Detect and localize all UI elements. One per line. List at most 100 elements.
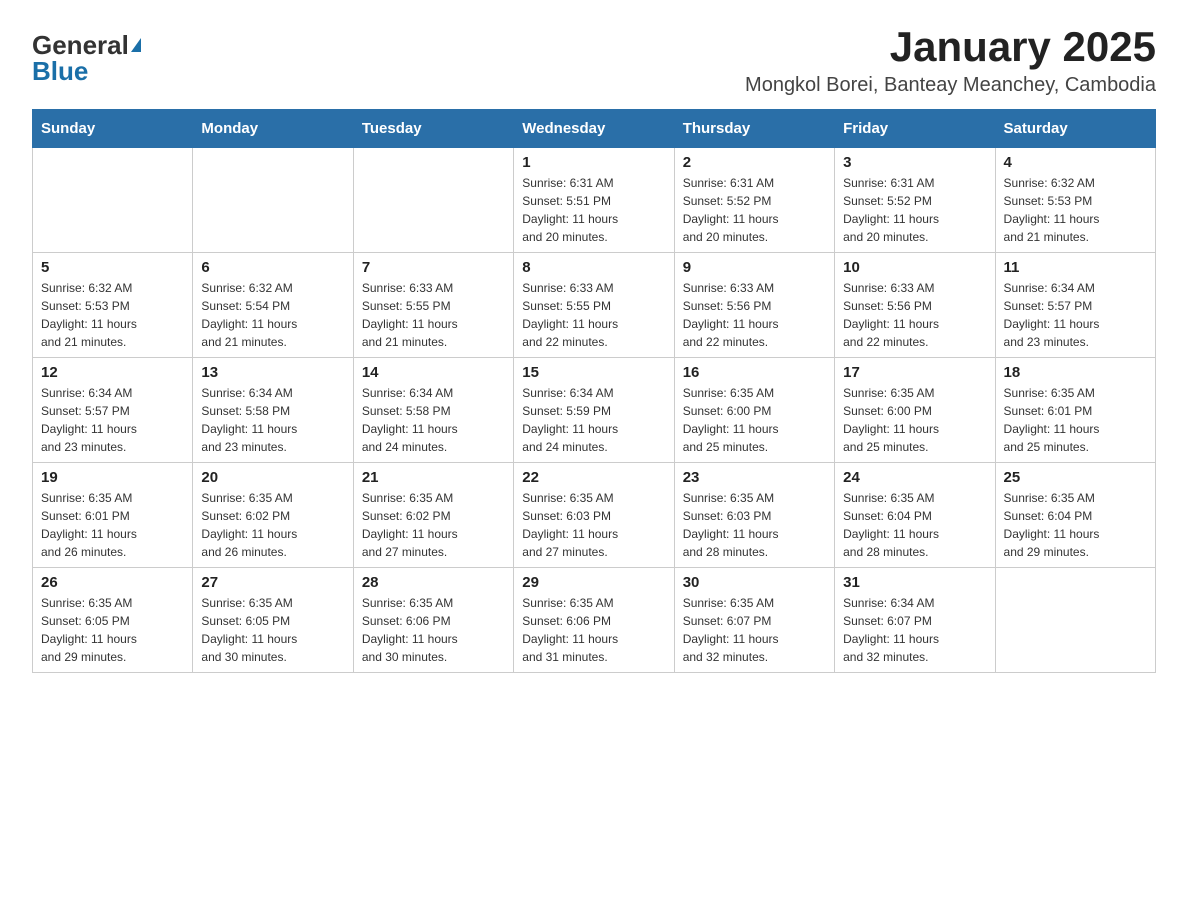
logo-triangle-icon <box>131 38 141 52</box>
calendar-cell: 28 Sunrise: 6:35 AMSunset: 6:06 PMDayligh… <box>353 568 513 673</box>
calendar-cell: 3Sunrise: 6:31 AMSunset: 5:52 PMDaylight… <box>835 148 995 253</box>
day-info: Sunrise: 6:32 AMSunset: 5:53 PMDaylight:… <box>41 279 184 351</box>
day-info: Sunrise: 6:33 AMSunset: 5:55 PMDaylight:… <box>522 279 665 351</box>
day-number: 9 <box>683 259 826 276</box>
week-row-3: 12Sunrise: 6:34 AMSunset: 5:57 PMDayligh… <box>33 358 1156 463</box>
calendar-cell: 2 Sunrise: 6:31 AMSunset: 5:52 PMDaylight… <box>674 148 834 253</box>
calendar-cell: 21 Sunrise: 6:35 AMSunset: 6:02 PMDayligh… <box>353 463 513 568</box>
calendar-cell: 5 Sunrise: 6:32 AMSunset: 5:53 PMDaylight… <box>33 253 193 358</box>
calendar-cell: 15 Sunrise: 6:34 AMSunset: 5:59 PMDayligh… <box>514 358 674 463</box>
weekday-header-wednesday: Wednesday <box>514 110 674 148</box>
day-info: Sunrise: 6:35 AMSunset: 6:02 PMDaylight:… <box>201 489 344 561</box>
calendar-cell: 14 Sunrise: 6:34 AMSunset: 5:58 PMDayligh… <box>353 358 513 463</box>
day-number: 27 <box>201 574 344 591</box>
day-info: Sunrise: 6:35 AMSunset: 6:03 PMDaylight:… <box>683 489 826 561</box>
day-info: Sunrise: 6:35 AMSunset: 6:06 PMDaylight:… <box>362 594 505 666</box>
day-info: Sunrise: 6:34 AMSunset: 5:58 PMDaylight:… <box>201 384 344 456</box>
day-number: 20 <box>201 469 344 486</box>
day-info: Sunrise: 6:33 AMSunset: 5:56 PMDaylight:… <box>683 279 826 351</box>
weekday-header-row: SundayMondayTuesdayWednesdayThursdayFrid… <box>33 110 1156 148</box>
day-number: 6 <box>201 259 344 276</box>
calendar-cell: 9 Sunrise: 6:33 AMSunset: 5:56 PMDaylight… <box>674 253 834 358</box>
day-info: Sunrise: 6:32 AMSunset: 5:54 PMDaylight:… <box>201 279 344 351</box>
day-info: Sunrise: 6:35 AMSunset: 6:00 PMDaylight:… <box>843 384 986 456</box>
day-info: Sunrise: 6:35 AMSunset: 6:02 PMDaylight:… <box>362 489 505 561</box>
calendar-cell: 18Sunrise: 6:35 AMSunset: 6:01 PMDayligh… <box>995 358 1155 463</box>
logo-general-text: General <box>32 32 129 58</box>
day-info: Sunrise: 6:35 AMSunset: 6:04 PMDaylight:… <box>1004 489 1147 561</box>
day-number: 12 <box>41 364 184 381</box>
day-number: 22 <box>522 469 665 486</box>
calendar-cell: 30 Sunrise: 6:35 AMSunset: 6:07 PMDayligh… <box>674 568 834 673</box>
week-row-4: 19 Sunrise: 6:35 AMSunset: 6:01 PMDayligh… <box>33 463 1156 568</box>
week-row-5: 26 Sunrise: 6:35 AMSunset: 6:05 PMDayligh… <box>33 568 1156 673</box>
day-number: 3 <box>843 154 986 171</box>
day-info: Sunrise: 6:33 AMSunset: 5:56 PMDaylight:… <box>843 279 986 351</box>
header: General Blue January 2025 Mongkol Borei,… <box>32 24 1156 97</box>
calendar-cell: 29Sunrise: 6:35 AMSunset: 6:06 PMDayligh… <box>514 568 674 673</box>
day-info: Sunrise: 6:34 AMSunset: 5:59 PMDaylight:… <box>522 384 665 456</box>
calendar-cell: 10 Sunrise: 6:33 AMSunset: 5:56 PMDayligh… <box>835 253 995 358</box>
weekday-header-thursday: Thursday <box>674 110 834 148</box>
day-number: 21 <box>362 469 505 486</box>
day-info: Sunrise: 6:35 AMSunset: 6:06 PMDaylight:… <box>522 594 665 666</box>
calendar-cell: 6 Sunrise: 6:32 AMSunset: 5:54 PMDaylight… <box>193 253 353 358</box>
logo: General Blue <box>32 32 141 84</box>
calendar-cell: 27 Sunrise: 6:35 AMSunset: 6:05 PMDayligh… <box>193 568 353 673</box>
weekday-header-friday: Friday <box>835 110 995 148</box>
calendar-cell: 23 Sunrise: 6:35 AMSunset: 6:03 PMDayligh… <box>674 463 834 568</box>
calendar-cell: 16Sunrise: 6:35 AMSunset: 6:00 PMDayligh… <box>674 358 834 463</box>
day-number: 13 <box>201 364 344 381</box>
day-number: 28 <box>362 574 505 591</box>
calendar-cell: 4 Sunrise: 6:32 AMSunset: 5:53 PMDaylight… <box>995 148 1155 253</box>
day-number: 15 <box>522 364 665 381</box>
day-number: 5 <box>41 259 184 276</box>
day-number: 19 <box>41 469 184 486</box>
calendar-cell: 20 Sunrise: 6:35 AMSunset: 6:02 PMDayligh… <box>193 463 353 568</box>
day-info: Sunrise: 6:35 AMSunset: 6:03 PMDaylight:… <box>522 489 665 561</box>
weekday-header-monday: Monday <box>193 110 353 148</box>
day-number: 30 <box>683 574 826 591</box>
weekday-header-tuesday: Tuesday <box>353 110 513 148</box>
day-info: Sunrise: 6:35 AMSunset: 6:04 PMDaylight:… <box>843 489 986 561</box>
calendar-table: SundayMondayTuesdayWednesdayThursdayFrid… <box>32 109 1156 673</box>
day-info: Sunrise: 6:34 AMSunset: 5:58 PMDaylight:… <box>362 384 505 456</box>
calendar-cell: 8 Sunrise: 6:33 AMSunset: 5:55 PMDaylight… <box>514 253 674 358</box>
calendar-cell: 25 Sunrise: 6:35 AMSunset: 6:04 PMDayligh… <box>995 463 1155 568</box>
weekday-header-saturday: Saturday <box>995 110 1155 148</box>
day-info: Sunrise: 6:32 AMSunset: 5:53 PMDaylight:… <box>1004 174 1147 246</box>
calendar-cell: 26 Sunrise: 6:35 AMSunset: 6:05 PMDayligh… <box>33 568 193 673</box>
day-number: 11 <box>1004 259 1147 276</box>
day-number: 23 <box>683 469 826 486</box>
day-info: Sunrise: 6:35 AMSunset: 6:01 PMDaylight:… <box>41 489 184 561</box>
day-number: 14 <box>362 364 505 381</box>
day-info: Sunrise: 6:34 AMSunset: 5:57 PMDaylight:… <box>1004 279 1147 351</box>
calendar-cell <box>353 148 513 253</box>
calendar-cell: 17Sunrise: 6:35 AMSunset: 6:00 PMDayligh… <box>835 358 995 463</box>
logo-blue-text: Blue <box>32 58 88 84</box>
day-number: 10 <box>843 259 986 276</box>
day-number: 8 <box>522 259 665 276</box>
day-info: Sunrise: 6:31 AMSunset: 5:52 PMDaylight:… <box>683 174 826 246</box>
day-info: Sunrise: 6:35 AMSunset: 6:05 PMDaylight:… <box>41 594 184 666</box>
calendar-cell: 19 Sunrise: 6:35 AMSunset: 6:01 PMDayligh… <box>33 463 193 568</box>
day-info: Sunrise: 6:34 AMSunset: 6:07 PMDaylight:… <box>843 594 986 666</box>
day-info: Sunrise: 6:31 AMSunset: 5:51 PMDaylight:… <box>522 174 665 246</box>
calendar-cell: 1 Sunrise: 6:31 AMSunset: 5:51 PMDaylight… <box>514 148 674 253</box>
day-number: 2 <box>683 154 826 171</box>
day-info: Sunrise: 6:35 AMSunset: 6:07 PMDaylight:… <box>683 594 826 666</box>
weekday-header-sunday: Sunday <box>33 110 193 148</box>
day-number: 25 <box>1004 469 1147 486</box>
day-number: 26 <box>41 574 184 591</box>
day-info: Sunrise: 6:33 AMSunset: 5:55 PMDaylight:… <box>362 279 505 351</box>
calendar-cell: 13 Sunrise: 6:34 AMSunset: 5:58 PMDayligh… <box>193 358 353 463</box>
calendar-cell: 22 Sunrise: 6:35 AMSunset: 6:03 PMDayligh… <box>514 463 674 568</box>
day-number: 18 <box>1004 364 1147 381</box>
day-number: 1 <box>522 154 665 171</box>
location-subtitle: Mongkol Borei, Banteay Meanchey, Cambodi… <box>745 74 1156 97</box>
day-number: 7 <box>362 259 505 276</box>
week-row-1: 1 Sunrise: 6:31 AMSunset: 5:51 PMDaylight… <box>33 148 1156 253</box>
day-number: 4 <box>1004 154 1147 171</box>
day-info: Sunrise: 6:35 AMSunset: 6:05 PMDaylight:… <box>201 594 344 666</box>
calendar-cell <box>995 568 1155 673</box>
